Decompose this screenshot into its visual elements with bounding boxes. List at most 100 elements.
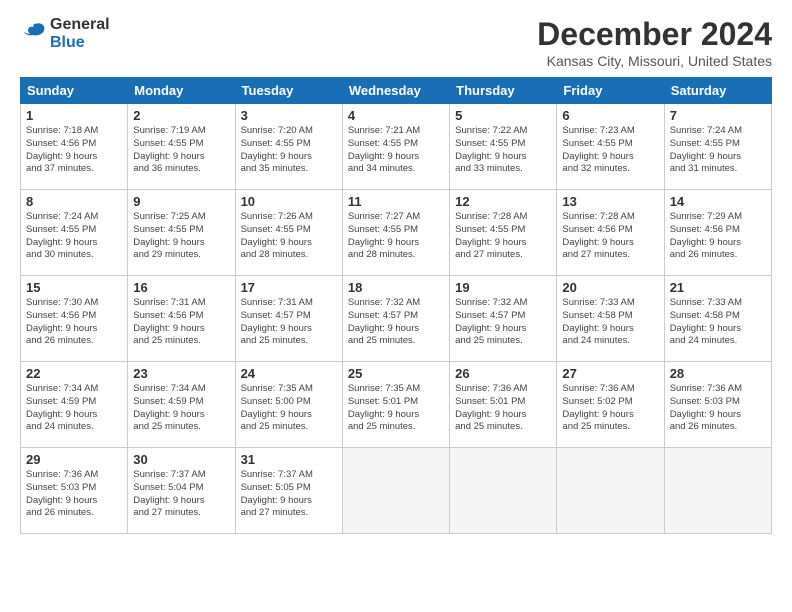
day-number: 16 bbox=[133, 280, 229, 295]
day-number: 17 bbox=[241, 280, 337, 295]
calendar-week-row: 1Sunrise: 7:18 AM Sunset: 4:56 PM Daylig… bbox=[21, 104, 772, 190]
day-number: 25 bbox=[348, 366, 444, 381]
location: Kansas City, Missouri, United States bbox=[537, 53, 772, 69]
day-number: 5 bbox=[455, 108, 551, 123]
day-info: Sunrise: 7:34 AM Sunset: 4:59 PM Dayligh… bbox=[133, 383, 229, 434]
weekday-header: Wednesday bbox=[342, 78, 449, 104]
day-number: 24 bbox=[241, 366, 337, 381]
calendar-day-cell bbox=[664, 448, 771, 534]
day-info: Sunrise: 7:34 AM Sunset: 4:59 PM Dayligh… bbox=[26, 383, 122, 434]
day-info: Sunrise: 7:35 AM Sunset: 5:01 PM Dayligh… bbox=[348, 383, 444, 434]
weekday-header: Friday bbox=[557, 78, 664, 104]
day-number: 26 bbox=[455, 366, 551, 381]
calendar-day-cell: 26Sunrise: 7:36 AM Sunset: 5:01 PM Dayli… bbox=[450, 362, 557, 448]
day-number: 8 bbox=[26, 194, 122, 209]
calendar-week-row: 29 Sunrise: 7:36 AM Sunset: 5:03 PM Dayli… bbox=[21, 448, 772, 534]
calendar-day-cell: 4 Sunrise: 7:21 AM Sunset: 4:55 PM Daylig… bbox=[342, 104, 449, 190]
day-number: 2 bbox=[133, 108, 229, 123]
header: General Blue December 2024 Kansas City, … bbox=[20, 16, 772, 69]
day-info: Sunrise: 7:24 AM Sunset: 4:55 PM Dayligh… bbox=[26, 211, 122, 262]
day-info: Sunrise: 7:22 AM Sunset: 4:55 PM Dayligh… bbox=[455, 125, 551, 176]
day-info: Sunrise: 7:29 AM Sunset: 4:56 PM Dayligh… bbox=[670, 211, 766, 262]
calendar-day-cell: 19 Sunrise: 7:32 AM Sunset: 4:57 PM Dayli… bbox=[450, 276, 557, 362]
weekday-header: Tuesday bbox=[235, 78, 342, 104]
day-number: 12 bbox=[455, 194, 551, 209]
calendar-week-row: 15Sunrise: 7:30 AM Sunset: 4:56 PM Dayli… bbox=[21, 276, 772, 362]
logo-blue: Blue bbox=[50, 34, 110, 52]
calendar-day-cell: 9 Sunrise: 7:25 AM Sunset: 4:55 PM Daylig… bbox=[128, 190, 235, 276]
day-number: 31 bbox=[241, 452, 337, 467]
day-info: Sunrise: 7:37 AM Sunset: 5:04 PM Dayligh… bbox=[133, 469, 229, 520]
calendar-day-cell: 5 Sunrise: 7:22 AM Sunset: 4:55 PM Daylig… bbox=[450, 104, 557, 190]
calendar-week-row: 8 Sunrise: 7:24 AM Sunset: 4:55 PM Daylig… bbox=[21, 190, 772, 276]
calendar-day-cell: 8 Sunrise: 7:24 AM Sunset: 4:55 PM Daylig… bbox=[21, 190, 128, 276]
day-info: Sunrise: 7:36 AM Sunset: 5:03 PM Dayligh… bbox=[26, 469, 122, 520]
calendar-day-cell: 6 Sunrise: 7:23 AM Sunset: 4:55 PM Daylig… bbox=[557, 104, 664, 190]
logo: General Blue bbox=[20, 16, 110, 51]
day-number: 14 bbox=[670, 194, 766, 209]
calendar-day-cell: 10 Sunrise: 7:26 AM Sunset: 4:55 PM Dayli… bbox=[235, 190, 342, 276]
day-number: 19 bbox=[455, 280, 551, 295]
calendar-day-cell bbox=[557, 448, 664, 534]
calendar-header-row: SundayMondayTuesdayWednesdayThursdayFrid… bbox=[21, 78, 772, 104]
day-info: Sunrise: 7:20 AM Sunset: 4:55 PM Dayligh… bbox=[241, 125, 337, 176]
day-info: Sunrise: 7:18 AM Sunset: 4:56 PM Dayligh… bbox=[26, 125, 122, 176]
day-number: 13 bbox=[562, 194, 658, 209]
day-number: 7 bbox=[670, 108, 766, 123]
title-block: December 2024 Kansas City, Missouri, Uni… bbox=[537, 16, 772, 69]
day-info: Sunrise: 7:19 AM Sunset: 4:55 PM Dayligh… bbox=[133, 125, 229, 176]
day-info: Sunrise: 7:31 AM Sunset: 4:57 PM Dayligh… bbox=[241, 297, 337, 348]
calendar-day-cell: 20Sunrise: 7:33 AM Sunset: 4:58 PM Dayli… bbox=[557, 276, 664, 362]
day-number: 3 bbox=[241, 108, 337, 123]
calendar-day-cell bbox=[450, 448, 557, 534]
day-info: Sunrise: 7:35 AM Sunset: 5:00 PM Dayligh… bbox=[241, 383, 337, 434]
page-container: General Blue December 2024 Kansas City, … bbox=[0, 0, 792, 612]
day-info: Sunrise: 7:32 AM Sunset: 4:57 PM Dayligh… bbox=[348, 297, 444, 348]
day-number: 21 bbox=[670, 280, 766, 295]
calendar-week-row: 22Sunrise: 7:34 AM Sunset: 4:59 PM Dayli… bbox=[21, 362, 772, 448]
day-number: 6 bbox=[562, 108, 658, 123]
day-info: Sunrise: 7:25 AM Sunset: 4:55 PM Dayligh… bbox=[133, 211, 229, 262]
day-number: 18 bbox=[348, 280, 444, 295]
day-info: Sunrise: 7:23 AM Sunset: 4:55 PM Dayligh… bbox=[562, 125, 658, 176]
day-info: Sunrise: 7:33 AM Sunset: 4:58 PM Dayligh… bbox=[562, 297, 658, 348]
day-number: 30 bbox=[133, 452, 229, 467]
day-info: Sunrise: 7:36 AM Sunset: 5:02 PM Dayligh… bbox=[562, 383, 658, 434]
day-info: Sunrise: 7:37 AM Sunset: 5:05 PM Dayligh… bbox=[241, 469, 337, 520]
day-info: Sunrise: 7:33 AM Sunset: 4:58 PM Dayligh… bbox=[670, 297, 766, 348]
month-title: December 2024 bbox=[537, 16, 772, 53]
calendar-day-cell: 25 Sunrise: 7:35 AM Sunset: 5:01 PM Dayli… bbox=[342, 362, 449, 448]
day-info: Sunrise: 7:28 AM Sunset: 4:55 PM Dayligh… bbox=[455, 211, 551, 262]
day-number: 27 bbox=[562, 366, 658, 381]
day-info: Sunrise: 7:30 AM Sunset: 4:56 PM Dayligh… bbox=[26, 297, 122, 348]
weekday-header: Saturday bbox=[664, 78, 771, 104]
day-info: Sunrise: 7:21 AM Sunset: 4:55 PM Dayligh… bbox=[348, 125, 444, 176]
day-number: 29 bbox=[26, 452, 122, 467]
calendar-day-cell: 21 Sunrise: 7:33 AM Sunset: 4:58 PM Dayli… bbox=[664, 276, 771, 362]
day-number: 4 bbox=[348, 108, 444, 123]
calendar-day-cell: 23Sunrise: 7:34 AM Sunset: 4:59 PM Dayli… bbox=[128, 362, 235, 448]
day-number: 9 bbox=[133, 194, 229, 209]
day-info: Sunrise: 7:26 AM Sunset: 4:55 PM Dayligh… bbox=[241, 211, 337, 262]
day-number: 10 bbox=[241, 194, 337, 209]
calendar-day-cell: 12 Sunrise: 7:28 AM Sunset: 4:55 PM Dayli… bbox=[450, 190, 557, 276]
day-number: 11 bbox=[348, 194, 444, 209]
calendar-day-cell: 14 Sunrise: 7:29 AM Sunset: 4:56 PM Dayli… bbox=[664, 190, 771, 276]
calendar-day-cell: 24 Sunrise: 7:35 AM Sunset: 5:00 PM Dayli… bbox=[235, 362, 342, 448]
day-info: Sunrise: 7:36 AM Sunset: 5:03 PM Dayligh… bbox=[670, 383, 766, 434]
calendar-day-cell: 22Sunrise: 7:34 AM Sunset: 4:59 PM Dayli… bbox=[21, 362, 128, 448]
calendar-day-cell: 18 Sunrise: 7:32 AM Sunset: 4:57 PM Dayli… bbox=[342, 276, 449, 362]
calendar-day-cell: 30 Sunrise: 7:37 AM Sunset: 5:04 PM Dayli… bbox=[128, 448, 235, 534]
calendar-day-cell: 17 Sunrise: 7:31 AM Sunset: 4:57 PM Dayli… bbox=[235, 276, 342, 362]
day-number: 28 bbox=[670, 366, 766, 381]
calendar-day-cell: 28 Sunrise: 7:36 AM Sunset: 5:03 PM Dayli… bbox=[664, 362, 771, 448]
calendar-day-cell: 13Sunrise: 7:28 AM Sunset: 4:56 PM Dayli… bbox=[557, 190, 664, 276]
calendar-day-cell: 3 Sunrise: 7:20 AM Sunset: 4:55 PM Daylig… bbox=[235, 104, 342, 190]
calendar-day-cell: 1Sunrise: 7:18 AM Sunset: 4:56 PM Daylig… bbox=[21, 104, 128, 190]
calendar-day-cell: 2 Sunrise: 7:19 AM Sunset: 4:55 PM Daylig… bbox=[128, 104, 235, 190]
day-info: Sunrise: 7:24 AM Sunset: 4:55 PM Dayligh… bbox=[670, 125, 766, 176]
weekday-header: Sunday bbox=[21, 78, 128, 104]
day-info: Sunrise: 7:32 AM Sunset: 4:57 PM Dayligh… bbox=[455, 297, 551, 348]
calendar-day-cell: 31 Sunrise: 7:37 AM Sunset: 5:05 PM Dayli… bbox=[235, 448, 342, 534]
calendar-day-cell: 29 Sunrise: 7:36 AM Sunset: 5:03 PM Dayli… bbox=[21, 448, 128, 534]
